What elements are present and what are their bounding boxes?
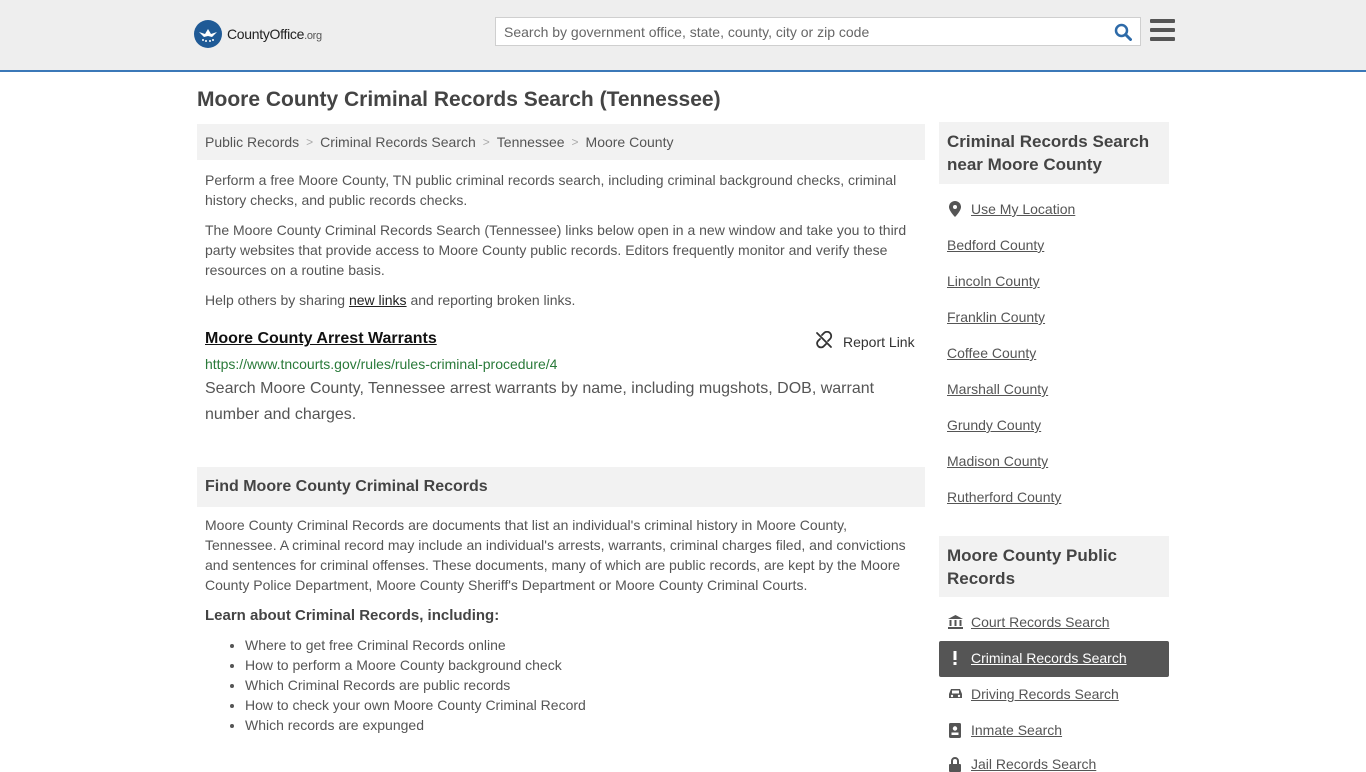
sidebar-item-coffee-county[interactable]: Coffee County: [947, 345, 1036, 361]
share-text-after: and reporting broken links.: [406, 292, 576, 308]
find-section-heading: Find Moore County Criminal Records: [197, 467, 925, 507]
breadcrumb-separator-icon: >: [306, 135, 314, 149]
list-item: How to perform a Moore County background…: [245, 655, 586, 675]
breadcrumb-separator-icon: >: [571, 135, 579, 149]
driving-records-label: Driving Records Search: [971, 686, 1119, 702]
learn-list: Where to get free Criminal Records onlin…: [245, 635, 586, 735]
court-records-label: Court Records Search: [971, 614, 1110, 630]
search-bar: [495, 17, 1141, 46]
result-url: https://www.tncourts.gov/rules/rules-cri…: [205, 356, 558, 372]
sidebar-item-inmate-search[interactable]: Inmate Search: [947, 722, 1062, 738]
sidebar-item-lincoln-county[interactable]: Lincoln County: [947, 273, 1040, 289]
logo-text: CountyOffice.org: [227, 26, 322, 42]
inmate-search-label: Inmate Search: [971, 722, 1063, 738]
breadcrumb: Public Records > Criminal Records Search…: [197, 124, 925, 160]
breadcrumb-separator-icon: >: [482, 135, 490, 149]
broken-link-icon: [815, 330, 833, 352]
criminal-records-label: Criminal Records Search: [971, 650, 1127, 666]
list-item: How to check your own Moore County Crimi…: [245, 695, 586, 715]
sidebar-item-jail-records-search[interactable]: Jail Records Search: [947, 756, 1096, 772]
search-icon[interactable]: [1112, 21, 1134, 43]
eagle-seal-icon: [194, 20, 222, 48]
jail-records-label: Jail Records Search: [971, 756, 1097, 772]
page-title: Moore County Criminal Records Search (Te…: [197, 88, 721, 111]
logo-name: CountyOffice: [227, 26, 305, 42]
sidebar-item-court-records-search[interactable]: Court Records Search: [947, 614, 1110, 630]
new-links-link[interactable]: new links: [349, 292, 407, 308]
breadcrumb-moore-county[interactable]: Moore County: [586, 134, 674, 150]
learn-heading: Learn about Criminal Records, including:: [205, 607, 500, 624]
id-badge-icon: [947, 722, 963, 738]
find-section-body: Moore County Criminal Records are docume…: [205, 517, 906, 593]
breadcrumb-public-records[interactable]: Public Records: [205, 134, 299, 150]
result-description: Search Moore County, Tennessee arrest wa…: [205, 380, 875, 423]
use-my-location-link[interactable]: Use My Location: [947, 201, 1075, 217]
result-title-link[interactable]: Moore County Arrest Warrants: [205, 330, 437, 348]
breadcrumb-criminal-records-search[interactable]: Criminal Records Search: [320, 134, 476, 150]
disclaimer-paragraph: The Moore County Criminal Records Search…: [205, 222, 907, 278]
intro-paragraph: Perform a free Moore County, TN public c…: [205, 172, 897, 208]
use-my-location-label: Use My Location: [971, 201, 1076, 217]
lock-icon: [947, 756, 963, 772]
car-icon: [947, 686, 963, 702]
hamburger-menu-icon[interactable]: [1150, 19, 1175, 42]
exclamation-icon: [947, 650, 963, 666]
logo-suffix: .org: [304, 30, 322, 42]
share-text-before: Help others by sharing: [205, 292, 349, 308]
sidebar-item-madison-county[interactable]: Madison County: [947, 453, 1048, 469]
breadcrumb-tennessee[interactable]: Tennessee: [497, 134, 565, 150]
map-pin-icon: [947, 201, 963, 217]
sidebar-item-franklin-county[interactable]: Franklin County: [947, 309, 1045, 325]
sidebar-item-grundy-county[interactable]: Grundy County: [947, 417, 1041, 433]
sidebar-item-criminal-records-search[interactable]: Criminal Records Search: [947, 650, 1127, 666]
search-input[interactable]: [496, 18, 1106, 45]
top-header: CountyOffice.org: [0, 0, 1366, 72]
sidebar-item-marshall-county[interactable]: Marshall County: [947, 381, 1048, 397]
sidebar-item-rutherford-county[interactable]: Rutherford County: [947, 489, 1061, 505]
courthouse-icon: [947, 614, 963, 630]
list-item: Which Criminal Records are public record…: [245, 675, 586, 695]
report-link-button[interactable]: Report Link: [815, 330, 915, 352]
list-item: Where to get free Criminal Records onlin…: [245, 635, 586, 655]
public-records-heading: Moore County Public Records: [939, 536, 1169, 597]
site-logo[interactable]: CountyOffice.org: [194, 20, 322, 48]
share-paragraph: Help others by sharing new links and rep…: [205, 290, 917, 310]
report-link-label: Report Link: [843, 333, 915, 350]
sidebar-item-bedford-county[interactable]: Bedford County: [947, 237, 1044, 253]
nearby-heading: Criminal Records Search near Moore Count…: [939, 122, 1169, 184]
list-item: Which records are expunged: [245, 715, 586, 735]
sidebar-item-driving-records-search[interactable]: Driving Records Search: [947, 686, 1119, 702]
